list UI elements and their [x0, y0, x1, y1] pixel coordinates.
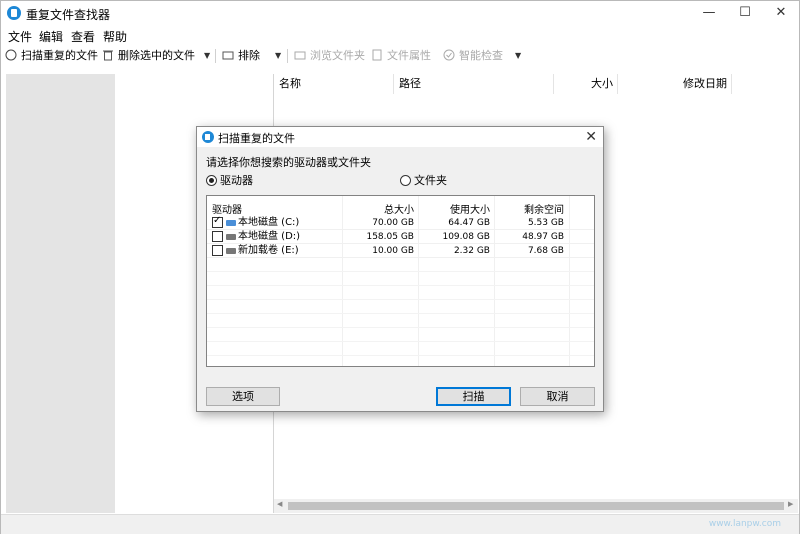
dialog-prompt: 请选择你想搜索的驱动器或文件夹 — [206, 156, 371, 169]
horizontal-scrollbar[interactable]: ◀ ▶ — [274, 499, 798, 513]
smart-check-dropdown-arrow[interactable]: ▼ — [515, 48, 521, 64]
column-header-modified[interactable]: 修改日期 — [618, 74, 732, 94]
title-bar: 重复文件查找器 — ☐ ✕ — [1, 1, 799, 25]
file-properties-button[interactable]: 文件属性 — [371, 48, 431, 64]
dialog-close-icon[interactable]: ✕ — [585, 127, 597, 147]
drive-used: 64.47 GB — [448, 218, 490, 228]
drive-table-header-total[interactable]: 总大小 — [342, 201, 414, 216]
browse-folder-label: 浏览文件夹 — [310, 49, 365, 62]
scrollbar-thumb[interactable] — [288, 502, 784, 510]
minimize-button[interactable]: — — [691, 1, 727, 25]
drive-row[interactable]: 本地磁盘 (C:) 70.00 GB 64.47 GB 5.53 GB — [207, 215, 594, 230]
drive-table: 驱动器 总大小 使用大小 剩余空间 本地磁盘 (C:) 70.00 GB 64.… — [206, 195, 595, 367]
column-header-size[interactable]: 大小 — [554, 74, 618, 94]
menu-help[interactable]: 帮助 — [103, 28, 127, 45]
hard-drive-icon — [226, 234, 236, 240]
check-circle-icon — [443, 49, 455, 61]
radio-folder[interactable]: 文件夹 — [400, 174, 447, 187]
drive-name: 本地磁盘 (C:) — [238, 217, 300, 228]
drive-total: 158.05 GB — [366, 232, 414, 242]
left-panel — [6, 74, 115, 513]
toolbar: 扫描重复的文件 删除选中的文件 ▼ 排除 ▼ 浏览文件夹 文件属性 智能检查 ▼ — [1, 44, 799, 68]
dialog-title: 扫描重复的文件 — [218, 132, 295, 145]
empty-row — [207, 328, 594, 342]
smart-check-button[interactable]: 智能检查 — [443, 48, 503, 64]
empty-row — [207, 300, 594, 314]
drive-used: 2.32 GB — [453, 246, 490, 256]
scan-dialog: 扫描重复的文件 ✕ 请选择你想搜索的驱动器或文件夹 驱动器 文件夹 驱动器 总大… — [196, 126, 604, 412]
exclude-dropdown-arrow[interactable]: ▼ — [275, 48, 281, 64]
drive-checkbox[interactable] — [212, 231, 223, 242]
drive-name: 本地磁盘 (D:) — [238, 231, 301, 242]
drive-total: 10.00 GB — [372, 246, 414, 256]
smart-check-label: 智能检查 — [459, 49, 503, 62]
toolbar-separator — [287, 49, 288, 63]
scan-button[interactable]: 扫描 — [436, 387, 511, 406]
toolbar-separator — [215, 49, 216, 63]
empty-row — [207, 314, 594, 328]
cancel-button[interactable]: 取消 — [520, 387, 595, 406]
browse-folder-button[interactable]: 浏览文件夹 — [294, 48, 365, 64]
delete-dropdown-arrow[interactable]: ▼ — [204, 48, 210, 64]
delete-selected-label: 删除选中的文件 — [118, 49, 195, 62]
dialog-title-bar: 扫描重复的文件 ✕ — [197, 127, 603, 147]
radio-drives-circle[interactable] — [206, 175, 217, 186]
menu-edit[interactable]: 编辑 — [39, 28, 63, 45]
radio-drives[interactable]: 驱动器 — [206, 174, 253, 187]
close-button[interactable]: ✕ — [763, 1, 799, 25]
scan-toolbar-button[interactable]: 扫描重复的文件 — [5, 48, 98, 64]
column-header-path[interactable]: 路径 — [394, 74, 554, 94]
menu-view[interactable]: 查看 — [71, 28, 95, 45]
exclude-label: 排除 — [238, 49, 260, 62]
drive-row[interactable]: 新加载卷 (E:) 10.00 GB 2.32 GB 7.68 GB — [207, 244, 594, 258]
window-title: 重复文件查找器 — [26, 8, 111, 22]
system-drive-icon — [226, 220, 236, 226]
drive-row[interactable]: 本地磁盘 (D:) 158.05 GB 109.08 GB 48.97 GB — [207, 230, 594, 244]
drive-table-header-drive[interactable]: 驱动器 — [212, 201, 242, 216]
drive-name: 新加载卷 (E:) — [238, 245, 299, 256]
column-header-name[interactable]: 名称 — [274, 74, 394, 94]
drive-free: 5.53 GB — [527, 218, 564, 228]
drive-free: 7.68 GB — [527, 246, 564, 256]
scroll-left-arrow[interactable]: ◀ — [277, 500, 282, 508]
maximize-button[interactable]: ☐ — [727, 1, 763, 25]
file-properties-label: 文件属性 — [387, 49, 431, 62]
document-icon — [372, 49, 382, 61]
scan-toolbar-label: 扫描重复的文件 — [21, 49, 98, 62]
dialog-app-icon — [202, 131, 214, 143]
watermark: www.lanpw.com — [708, 519, 781, 529]
drive-checkbox[interactable] — [212, 245, 223, 256]
folder-browse-icon — [294, 51, 306, 60]
hard-drive-icon — [226, 248, 236, 254]
trash-icon — [103, 50, 113, 61]
app-icon — [7, 6, 21, 20]
options-button[interactable]: 选项 — [206, 387, 280, 406]
status-bar: www.lanpw.com — [1, 514, 799, 534]
folder-icon — [222, 51, 234, 60]
drive-total: 70.00 GB — [372, 218, 414, 228]
radio-folder-label: 文件夹 — [414, 174, 447, 187]
exclude-button[interactable]: 排除 — [222, 48, 260, 64]
empty-row — [207, 286, 594, 300]
search-icon — [5, 49, 17, 61]
menu-bar: 文件 编辑 查看 帮助 — [1, 26, 799, 44]
empty-row — [207, 258, 594, 272]
empty-row — [207, 272, 594, 286]
drive-checkbox[interactable] — [212, 215, 223, 228]
radio-folder-circle[interactable] — [400, 175, 411, 186]
scroll-right-arrow[interactable]: ▶ — [788, 500, 793, 508]
drive-free: 48.97 GB — [522, 232, 564, 242]
drive-used: 109.08 GB — [442, 232, 490, 242]
drive-table-header-used[interactable]: 使用大小 — [418, 201, 490, 216]
radio-drives-label: 驱动器 — [220, 174, 253, 187]
delete-selected-button[interactable]: 删除选中的文件 — [102, 48, 195, 64]
empty-row — [207, 342, 594, 356]
menu-file[interactable]: 文件 — [8, 28, 32, 45]
drive-table-header-free[interactable]: 剩余空间 — [494, 201, 564, 216]
